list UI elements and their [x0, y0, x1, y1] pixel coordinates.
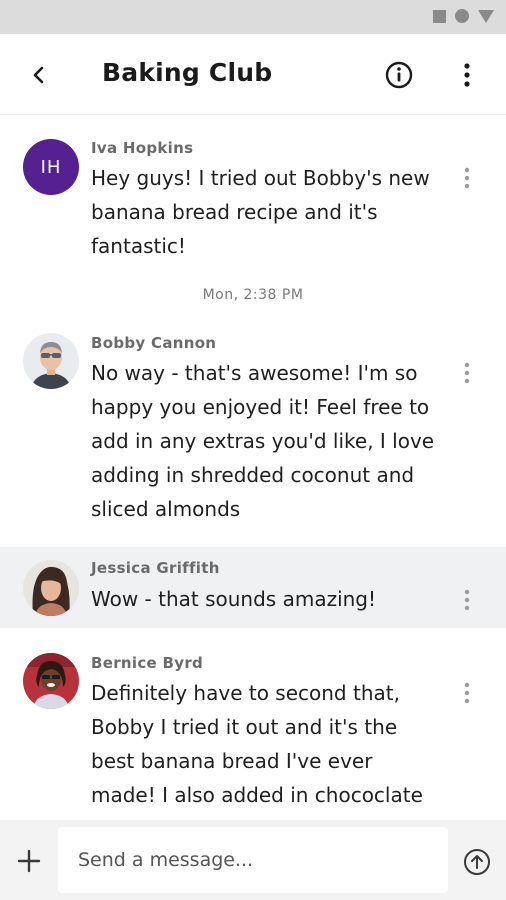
- message-line: sliced almonds: [91, 497, 241, 521]
- message-item[interactable]: IH Iva Hopkins Hey guys! I tried out Bob…: [0, 115, 506, 275]
- more-vertical-icon: [464, 682, 470, 704]
- message-line: made! I also added in chococlate: [91, 783, 423, 807]
- avatar-initials: IH: [40, 156, 62, 178]
- send-arrow-icon: [464, 849, 490, 875]
- message-line: best banana bread I've ever: [91, 749, 373, 773]
- message-timestamp: Mon, 2:38 PM: [202, 287, 304, 303]
- avatar[interactable]: [23, 653, 79, 709]
- message-text: No way - that's awesome! I'm so happy yo…: [91, 356, 451, 526]
- sender-name: Bobby Cannon: [91, 334, 217, 352]
- message-line: Bobby I tried it out and it's the: [91, 715, 398, 739]
- square-icon: [433, 9, 446, 23]
- more-vertical-icon: [464, 167, 470, 189]
- message-text: Hey guys! I tried out Bobby's new banana…: [91, 161, 451, 263]
- more-vertical-icon: [464, 362, 470, 384]
- plus-icon: [17, 849, 41, 873]
- message-line: No way - that's awesome! I'm so: [91, 361, 418, 385]
- back-button[interactable]: [22, 58, 56, 92]
- message-item[interactable]: Jessica Griffith Wow - that sounds amazi…: [0, 547, 506, 628]
- message-text: Definitely have to second that, Bobby I …: [91, 676, 451, 812]
- message-list[interactable]: IH Iva Hopkins Hey guys! I tried out Bob…: [0, 115, 506, 820]
- avatar[interactable]: IH: [23, 139, 79, 195]
- message-options-button[interactable]: [456, 163, 478, 193]
- message-input[interactable]: [58, 827, 448, 893]
- message-composer: [0, 820, 506, 900]
- circle-icon: [455, 9, 469, 23]
- message-line: Wow - that sounds amazing!: [91, 587, 377, 611]
- person-photo-icon: [23, 653, 79, 709]
- message-line: fantastic!: [91, 234, 186, 258]
- message-line: Definitely have to second that,: [91, 681, 400, 705]
- info-icon: [385, 61, 413, 89]
- more-vertical-icon: [464, 63, 470, 87]
- message-line: Hey guys! I tried out Bobby's new: [91, 166, 430, 190]
- status-icons: [433, 9, 494, 23]
- more-options-button[interactable]: [452, 58, 482, 92]
- sender-name: Bernice Byrd: [91, 654, 204, 672]
- send-button[interactable]: [462, 847, 492, 877]
- message-options-button[interactable]: [456, 585, 478, 615]
- message-options-button[interactable]: [456, 678, 478, 708]
- avatar[interactable]: [23, 560, 79, 616]
- sender-name: Iva Hopkins: [91, 139, 194, 157]
- message-text: Wow - that sounds amazing!: [91, 582, 451, 616]
- message-line: banana bread recipe and it's: [91, 200, 378, 224]
- app-header: Baking Club: [0, 34, 506, 115]
- add-attachment-button[interactable]: [14, 846, 44, 876]
- back-arrow-icon: [33, 66, 44, 84]
- message-item[interactable]: Bobby Cannon No way - that's awesome! I'…: [0, 320, 506, 530]
- status-bar: [0, 0, 506, 34]
- message-options-button[interactable]: [456, 358, 478, 388]
- info-button[interactable]: [382, 58, 416, 92]
- message-item[interactable]: Bernice Byrd Definitely have to second t…: [0, 640, 506, 820]
- avatar[interactable]: [23, 333, 79, 389]
- triangle-icon: [478, 9, 494, 23]
- person-photo-icon: [23, 560, 79, 616]
- message-line: add in any extras you'd like, I love: [91, 429, 435, 453]
- person-photo-icon: [23, 333, 79, 389]
- message-line: happy you enjoyed it! Feel free to: [91, 395, 430, 419]
- sender-name: Jessica Griffith: [91, 559, 220, 577]
- page-title: Baking Club: [102, 58, 273, 87]
- message-line: adding in shredded coconut and: [91, 463, 415, 487]
- more-vertical-icon: [464, 589, 470, 611]
